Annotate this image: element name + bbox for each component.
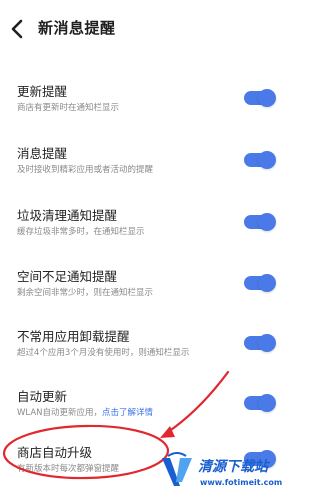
watermark-url: www.fotimeit.com (200, 478, 283, 487)
toggle-knob (258, 89, 276, 107)
site-logo-icon (162, 452, 192, 486)
learn-more-link[interactable]: 点击了解详情 (102, 408, 153, 418)
setting-title: 自动更新 (17, 389, 68, 404)
toggle-knob (258, 334, 276, 352)
setting-description: 及时接收到精彩应用或者活动的提醒 (17, 165, 154, 175)
setting-description: 有新版本时每次都弹窗提醒 (17, 464, 120, 474)
watermark-text: 清源下载站 (198, 459, 268, 475)
setting-row-uninstall-unused[interactable]: 不常用应用卸载提醒 超过4个应用3个月没有使用时，则通知栏显示 (0, 326, 290, 382)
setting-description: 商店有更新时在通知栏显示 (17, 103, 120, 113)
setting-row-low-space[interactable]: 空间不足通知提醒 剩余空间非常少时，则在通知栏显示 (0, 266, 290, 322)
setting-row-message-reminder[interactable]: 消息提醒 及时接收到精彩应用或者活动的提醒 (0, 143, 290, 199)
setting-description: 缓存垃圾非常多时，在通知栏显示 (17, 227, 145, 237)
header-bar: 新消息提醒 (0, 0, 290, 58)
toggle-knob (258, 394, 276, 412)
setting-description: WLAN自动更新应用，点击了解详情 (17, 406, 153, 418)
toggle-knob (258, 213, 276, 231)
setting-description: 剩余空间非常少时，则在通知栏显示 (17, 288, 154, 298)
auto-update-desc: WLAN自动更新应用， (17, 408, 103, 418)
chevron-left-icon[interactable] (9, 18, 27, 40)
uninstall-unused-toggle[interactable] (244, 334, 276, 352)
setting-title: 空间不足通知提醒 (17, 269, 118, 284)
low-space-toggle[interactable] (244, 274, 276, 292)
setting-row-auto-update[interactable]: 自动更新 WLAN自动更新应用，点击了解详情 (0, 386, 290, 442)
watermark: 清源下载站 www.fotimeit.com (160, 452, 284, 496)
message-reminder-toggle[interactable] (244, 151, 276, 169)
setting-title: 更新提醒 (17, 84, 68, 99)
setting-row-update-reminder[interactable]: 更新提醒 商店有更新时在通知栏显示 (0, 81, 290, 137)
auto-update-toggle[interactable] (244, 394, 276, 412)
toggle-knob (258, 274, 276, 292)
setting-title: 垃圾清理通知提醒 (17, 208, 118, 223)
setting-title: 不常用应用卸载提醒 (17, 329, 130, 344)
update-reminder-toggle[interactable] (244, 89, 276, 107)
toggle-knob (258, 151, 276, 169)
setting-title: 消息提醒 (17, 146, 68, 161)
setting-row-junk-clean[interactable]: 垃圾清理通知提醒 缓存垃圾非常多时，在通知栏显示 (0, 205, 290, 261)
setting-title: 商店自动升级 (17, 445, 93, 460)
page-title: 新消息提醒 (38, 19, 116, 37)
junk-clean-toggle[interactable] (244, 213, 276, 231)
setting-description: 超过4个应用3个月没有使用时，则通知栏显示 (17, 348, 190, 358)
